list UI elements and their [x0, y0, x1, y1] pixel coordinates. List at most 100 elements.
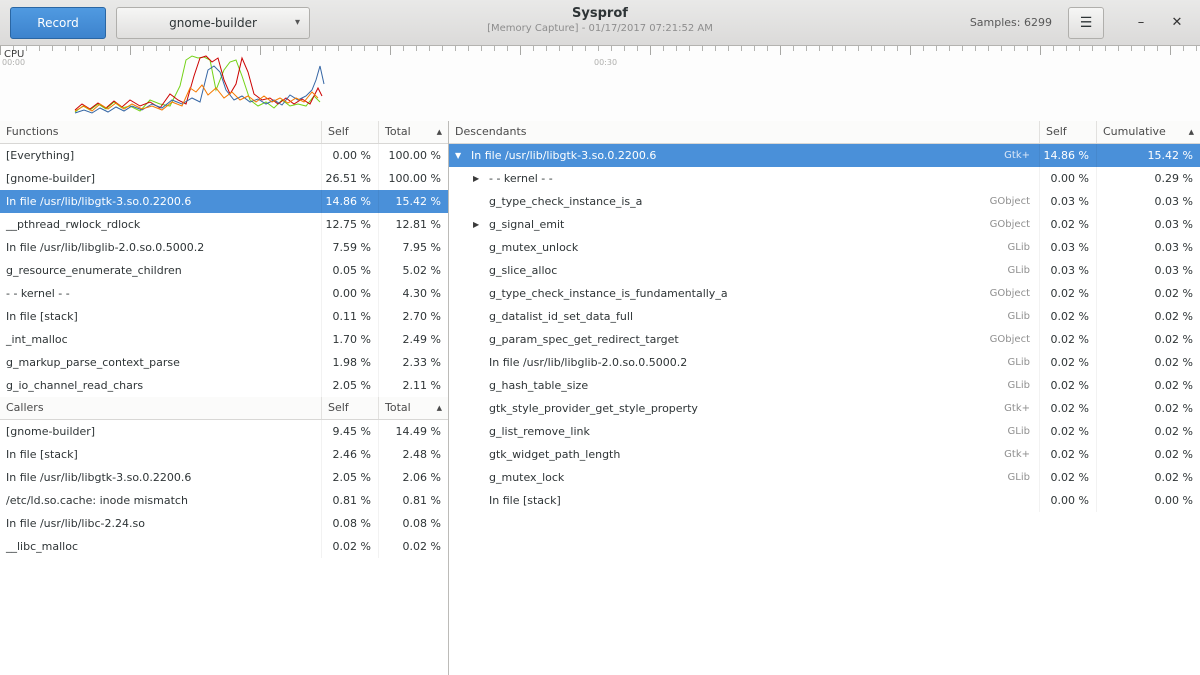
- triangle-down-icon[interactable]: ▼: [455, 144, 471, 167]
- column-header-self[interactable]: Self: [322, 121, 379, 143]
- column-header-total[interactable]: Total ▲: [379, 397, 448, 419]
- column-header-self[interactable]: Self: [1040, 121, 1097, 143]
- self-cell: 0.03 %: [1040, 236, 1097, 259]
- row-name-cell: In file [stack]: [0, 305, 322, 328]
- right-pane: Descendants Self Cumulative ▲ ▼In file /…: [449, 121, 1200, 675]
- callers-row[interactable]: In file [stack]2.46 %2.48 %: [0, 443, 448, 466]
- functions-row[interactable]: g_markup_parse_context_parse1.98 %2.33 %: [0, 351, 448, 374]
- self-header-label: Self: [328, 397, 349, 419]
- total-cell: 14.49 %: [379, 420, 448, 443]
- total-cell: 15.42 %: [379, 190, 448, 213]
- library-badge: GLib: [1008, 466, 1033, 489]
- callers-table: [gnome-builder]9.45 %14.49 %In file [sta…: [0, 420, 448, 558]
- self-cell: 0.02 %: [1040, 420, 1097, 443]
- row-name-cell: [gnome-builder]: [0, 167, 322, 190]
- row-name-cell: __libc_malloc: [0, 535, 322, 558]
- self-cell: 2.05 %: [322, 374, 379, 397]
- function-name: g_signal_emit: [489, 213, 564, 236]
- self-cell: 9.45 %: [322, 420, 379, 443]
- descendants-row[interactable]: gtk_style_provider_get_style_propertyGtk…: [449, 397, 1200, 420]
- library-badge: GLib: [1008, 305, 1033, 328]
- callers-header-label: Callers: [6, 397, 44, 419]
- self-cell: 0.05 %: [322, 259, 379, 282]
- column-header-callers[interactable]: Callers: [0, 397, 322, 419]
- functions-row[interactable]: [Everything]0.00 %100.00 %: [0, 144, 448, 167]
- function-name: In file /usr/lib/libglib-2.0.so.0.5000.2: [489, 351, 687, 374]
- descendants-row[interactable]: g_datalist_id_set_data_fullGLib0.02 %0.0…: [449, 305, 1200, 328]
- descendants-row[interactable]: ▶- - kernel - -0.00 %0.29 %: [449, 167, 1200, 190]
- self-cell: 12.75 %: [322, 213, 379, 236]
- row-name-cell: gtk_widget_path_lengthGtk+: [449, 443, 1040, 466]
- descendants-row[interactable]: g_mutex_unlockGLib0.03 %0.03 %: [449, 236, 1200, 259]
- total-cell: 12.81 %: [379, 213, 448, 236]
- total-cell: 100.00 %: [379, 167, 448, 190]
- self-cell: 0.02 %: [1040, 466, 1097, 489]
- descendants-row[interactable]: gtk_widget_path_lengthGtk+0.02 %0.02 %: [449, 443, 1200, 466]
- descendants-row[interactable]: g_list_remove_linkGLib0.02 %0.02 %: [449, 420, 1200, 443]
- total-cell: 0.08 %: [379, 512, 448, 535]
- descendants-row[interactable]: ▶g_signal_emitGObject0.02 %0.03 %: [449, 213, 1200, 236]
- functions-row[interactable]: g_resource_enumerate_children0.05 %5.02 …: [0, 259, 448, 282]
- total-cell: 2.06 %: [379, 466, 448, 489]
- cpu-graph[interactable]: CPU 00:00 00:30: [0, 46, 1200, 122]
- descendants-row[interactable]: g_param_spec_get_redirect_targetGObject0…: [449, 328, 1200, 351]
- functions-row[interactable]: __pthread_rwlock_rdlock12.75 %12.81 %: [0, 213, 448, 236]
- column-header-cumulative[interactable]: Cumulative ▲: [1097, 121, 1200, 143]
- minimize-button[interactable]: –: [1128, 10, 1154, 36]
- cumulative-header-label: Cumulative: [1103, 121, 1166, 143]
- self-cell: 7.59 %: [322, 236, 379, 259]
- library-badge: GObject: [990, 213, 1033, 236]
- close-button[interactable]: ✕: [1164, 10, 1190, 36]
- callers-row[interactable]: __libc_malloc0.02 %0.02 %: [0, 535, 448, 558]
- functions-table-header: Functions Self Total ▲: [0, 121, 448, 144]
- column-header-descendants[interactable]: Descendants: [449, 121, 1040, 143]
- column-header-functions[interactable]: Functions: [0, 121, 322, 143]
- self-cell: 0.02 %: [1040, 374, 1097, 397]
- descendants-row[interactable]: g_type_check_instance_is_fundamentally_a…: [449, 282, 1200, 305]
- descendants-row[interactable]: g_hash_table_sizeGLib0.02 %0.02 %: [449, 374, 1200, 397]
- self-cell: 0.02 %: [1040, 443, 1097, 466]
- hamburger-icon: ☰: [1080, 15, 1093, 31]
- functions-row[interactable]: In file /usr/lib/libglib-2.0.so.0.5000.2…: [0, 236, 448, 259]
- row-name-cell: g_mutex_lockGLib: [449, 466, 1040, 489]
- callers-row[interactable]: In file /usr/lib/libc-2.24.so0.08 %0.08 …: [0, 512, 448, 535]
- descendants-table: ▼In file /usr/lib/libgtk-3.so.0.2200.6Gt…: [449, 144, 1200, 512]
- row-name-cell: ▶g_signal_emit GObject: [449, 213, 1040, 236]
- total-cell: 0.81 %: [379, 489, 448, 512]
- triangle-right-icon[interactable]: ▶: [473, 167, 489, 190]
- cumulative-cell: 0.02 %: [1097, 397, 1200, 420]
- callers-row[interactable]: In file /usr/lib/libgtk-3.so.0.2200.6 2.0…: [0, 466, 448, 489]
- self-header-label: Self: [1046, 121, 1067, 143]
- column-header-total[interactable]: Total ▲: [379, 121, 448, 143]
- function-name: g_type_check_instance_is_fundamentally_a: [489, 282, 728, 305]
- callers-row[interactable]: /etc/ld.so.cache: inode mismatch0.81 %0.…: [0, 489, 448, 512]
- callers-row[interactable]: [gnome-builder]9.45 %14.49 %: [0, 420, 448, 443]
- total-cell: 100.00 %: [379, 144, 448, 167]
- function-name: In file /usr/lib/libgtk-3.so.0.2200.6: [471, 144, 656, 167]
- descendants-row[interactable]: g_slice_allocGLib0.03 %0.03 %: [449, 259, 1200, 282]
- functions-row[interactable]: In file [stack]0.11 %2.70 %: [0, 305, 448, 328]
- column-header-self[interactable]: Self: [322, 397, 379, 419]
- process-selector-dropdown[interactable]: gnome-builder ▾: [116, 7, 310, 39]
- descendants-row[interactable]: In file [stack]0.00 %0.00 %: [449, 489, 1200, 512]
- cumulative-cell: 0.02 %: [1097, 374, 1200, 397]
- record-button[interactable]: Record: [10, 7, 106, 39]
- descendants-row[interactable]: ▼In file /usr/lib/libgtk-3.so.0.2200.6Gt…: [449, 144, 1200, 167]
- library-badge: GLib: [1008, 351, 1033, 374]
- functions-row[interactable]: g_io_channel_read_chars2.05 %2.11 %: [0, 374, 448, 397]
- self-cell: 0.02 %: [1040, 282, 1097, 305]
- functions-row[interactable]: In file /usr/lib/libgtk-3.so.0.2200.614.…: [0, 190, 448, 213]
- functions-row[interactable]: _int_malloc1.70 %2.49 %: [0, 328, 448, 351]
- descendants-row[interactable]: g_mutex_lockGLib0.02 %0.02 %: [449, 466, 1200, 489]
- descendants-row[interactable]: In file /usr/lib/libglib-2.0.so.0.5000.2…: [449, 351, 1200, 374]
- hamburger-menu-button[interactable]: ☰: [1068, 7, 1104, 39]
- descendants-row[interactable]: g_type_check_instance_is_aGObject0.03 %0…: [449, 190, 1200, 213]
- row-name-cell: In file /usr/lib/libgtk-3.so.0.2200.6: [0, 466, 322, 489]
- main-content: Functions Self Total ▲ [Everything]0.00 …: [0, 121, 1200, 675]
- functions-row[interactable]: [gnome-builder]26.51 %100.00 %: [0, 167, 448, 190]
- row-name-cell: g_slice_allocGLib: [449, 259, 1040, 282]
- triangle-right-icon[interactable]: ▶: [473, 213, 489, 236]
- library-badge: GObject: [990, 328, 1033, 351]
- functions-row[interactable]: - - kernel - -0.00 %4.30 %: [0, 282, 448, 305]
- row-name-cell: g_type_check_instance_is_aGObject: [449, 190, 1040, 213]
